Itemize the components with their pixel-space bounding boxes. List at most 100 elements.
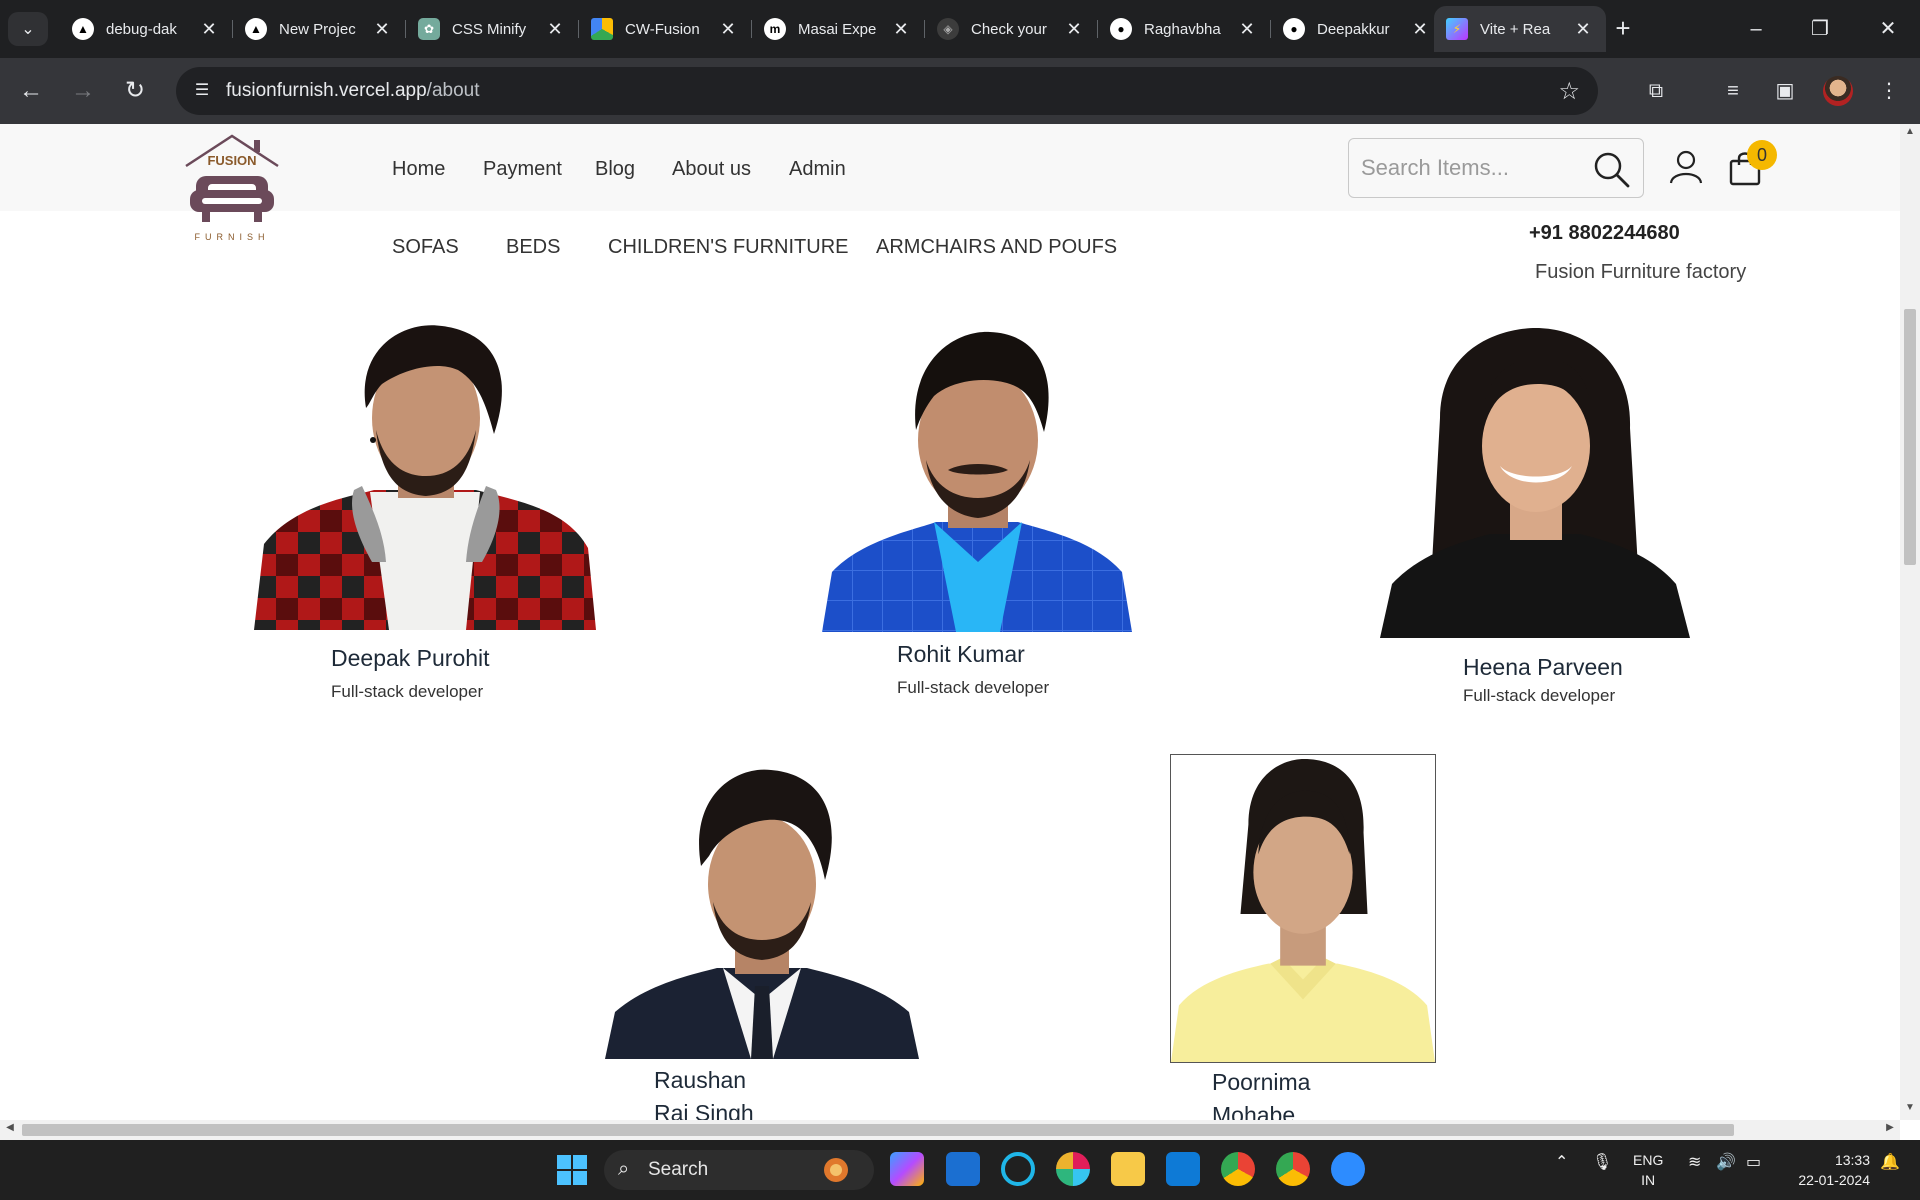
notification-bell-icon[interactable]: 🔔: [1880, 1152, 1900, 1172]
team-photo: [1380, 328, 1690, 638]
category-sofas[interactable]: SOFAS: [392, 236, 459, 259]
tab-title: Vite + Rea: [1480, 20, 1551, 38]
category-armchairs-poufs[interactable]: ARMCHAIRS AND POUFS: [876, 236, 1117, 259]
reload-icon[interactable]: ↻: [118, 74, 152, 108]
browser-tab[interactable]: CW-Fusion ✕: [579, 6, 752, 52]
zoom-icon[interactable]: [1331, 1152, 1365, 1186]
category-childrens-furniture[interactable]: CHILDREN'S FURNITURE: [608, 236, 849, 259]
close-icon[interactable]: ✕: [890, 19, 912, 40]
volume-icon[interactable]: 🔊: [1716, 1152, 1736, 1172]
slack-icon[interactable]: [1056, 1152, 1090, 1186]
scroll-left-icon[interactable]: ◀: [2, 1122, 18, 1138]
close-icon[interactable]: ✕: [1236, 19, 1258, 40]
clock-time: 13:33: [1834, 1152, 1870, 1168]
search-input[interactable]: [1361, 153, 1581, 183]
side-panel-icon[interactable]: ▣: [1770, 76, 1800, 106]
close-icon[interactable]: ✕: [1063, 19, 1085, 40]
factory-name: Fusion Furniture factory: [1535, 261, 1747, 283]
forward-icon[interactable]: →: [66, 74, 100, 108]
system-clock[interactable]: 13:33 22-01-2024: [1786, 1150, 1870, 1190]
scroll-thumb[interactable]: [22, 1124, 1734, 1136]
horizontal-scrollbar[interactable]: ◀ ▶: [0, 1120, 1900, 1140]
logo-text: FUSION: [207, 153, 256, 168]
address-bar[interactable]: ☰ fusionfurnish.vercel.app/about ☆: [176, 67, 1598, 115]
browser-tab[interactable]: ◈ Check your ✕: [925, 6, 1098, 52]
show-hidden-icons-icon[interactable]: ⌃: [1555, 1152, 1568, 1172]
back-icon[interactable]: ←: [14, 74, 48, 108]
media-control-icon[interactable]: ≡: [1718, 76, 1748, 106]
browser-tab[interactable]: ▲ New Projec ✕: [233, 6, 406, 52]
minimize-icon[interactable]: –: [1733, 12, 1779, 46]
profile-avatar[interactable]: [1823, 76, 1853, 106]
team-member-role: Full-stack developer: [897, 678, 1050, 697]
restore-icon[interactable]: ❐: [1797, 12, 1843, 46]
microphone-icon[interactable]: 🎙: [1592, 1152, 1612, 1172]
scroll-down-icon[interactable]: ▼: [1900, 1102, 1920, 1118]
search-icon[interactable]: [1591, 149, 1631, 189]
close-icon[interactable]: ✕: [717, 19, 739, 40]
vercel-icon: ▲: [72, 18, 94, 40]
user-icon[interactable]: [1669, 150, 1703, 184]
tab-title: Masai Expe: [798, 20, 877, 38]
close-window-icon[interactable]: ✕: [1865, 12, 1911, 46]
tab-title: Deepakkur: [1317, 20, 1390, 38]
chatgpt-icon: ✿: [418, 18, 440, 40]
close-icon[interactable]: ✕: [1409, 19, 1431, 40]
chrome-icon[interactable]: [1221, 1152, 1255, 1186]
team-member-role: Full-stack developer: [331, 682, 484, 701]
github-icon: ●: [1283, 18, 1305, 40]
browser-tab[interactable]: ✿ CSS Minify ✕: [406, 6, 579, 52]
url-text[interactable]: fusionfurnish.vercel.app/about: [226, 80, 480, 102]
new-tab-button[interactable]: +: [1608, 14, 1638, 44]
close-icon[interactable]: ✕: [544, 19, 566, 40]
contact-phone: +91 8802244680: [1529, 222, 1680, 244]
browser-tab[interactable]: m Masai Expe ✕: [752, 6, 925, 52]
taskbar-search[interactable]: ⌕ Search: [604, 1150, 874, 1190]
browser-tab[interactable]: ▲ debug-dak ✕: [60, 6, 233, 52]
battery-icon[interactable]: ▭: [1746, 1152, 1761, 1172]
close-icon[interactable]: ✕: [371, 19, 393, 40]
team-photo: [1170, 754, 1436, 1063]
copilot-icon[interactable]: [890, 1152, 924, 1186]
browser-tab[interactable]: ● Raghavbha ✕: [1098, 6, 1271, 52]
fusion-furnish-logo[interactable]: FUSION FURNISH: [182, 132, 282, 252]
nav-about-us[interactable]: About us: [672, 158, 751, 181]
tab-title: CSS Minify: [452, 20, 527, 38]
nav-home[interactable]: Home: [392, 158, 445, 181]
vertical-scrollbar[interactable]: ▲ ▼: [1900, 124, 1920, 1120]
microsoft-store-icon[interactable]: [946, 1152, 980, 1186]
clock-date: 22-01-2024: [1798, 1172, 1870, 1188]
bookmark-star-icon[interactable]: ☆: [1558, 77, 1580, 106]
chevron-down-icon: ⌄: [21, 21, 35, 38]
menu-icon[interactable]: ⋮: [1874, 76, 1904, 106]
file-explorer-icon[interactable]: [1111, 1152, 1145, 1186]
language-indicator[interactable]: ENG IN: [1633, 1150, 1663, 1190]
vscode-icon[interactable]: [1166, 1152, 1200, 1186]
browser-tab[interactable]: ● Deepakkur ✕: [1271, 6, 1443, 52]
chrome-profile-icon[interactable]: [1276, 1152, 1310, 1186]
windows-start-icon[interactable]: [556, 1154, 588, 1186]
scroll-right-icon[interactable]: ▶: [1882, 1122, 1898, 1138]
name-line: Raj Singh: [654, 1100, 754, 1120]
cortana-icon[interactable]: [1001, 1152, 1035, 1186]
web-page: FUSION FURNISH Home Payment Blog About u…: [0, 124, 1900, 1120]
browser-tab-active[interactable]: ⚡ Vite + Rea ✕: [1434, 6, 1606, 52]
nav-blog[interactable]: Blog: [595, 158, 635, 181]
site-info-icon[interactable]: ☰: [190, 79, 214, 103]
scroll-up-icon[interactable]: ▲: [1900, 126, 1920, 142]
team-photo: [605, 760, 919, 1059]
nav-payment[interactable]: Payment: [483, 158, 562, 181]
masai-icon: m: [764, 18, 786, 40]
tab-search-button[interactable]: ⌄: [8, 12, 48, 46]
scroll-thumb[interactable]: [1904, 309, 1916, 565]
cart-count-badge: 0: [1747, 140, 1777, 170]
extensions-icon[interactable]: ⧉: [1641, 76, 1671, 106]
github-icon: ●: [1110, 18, 1132, 40]
close-icon[interactable]: ✕: [1572, 19, 1594, 40]
nav-admin[interactable]: Admin: [789, 158, 846, 181]
tab-title: New Projec: [279, 20, 356, 38]
close-icon[interactable]: ✕: [198, 19, 220, 40]
category-beds[interactable]: BEDS: [506, 236, 560, 259]
wifi-icon[interactable]: ≋: [1688, 1152, 1701, 1172]
vite-icon: ⚡: [1446, 18, 1468, 40]
